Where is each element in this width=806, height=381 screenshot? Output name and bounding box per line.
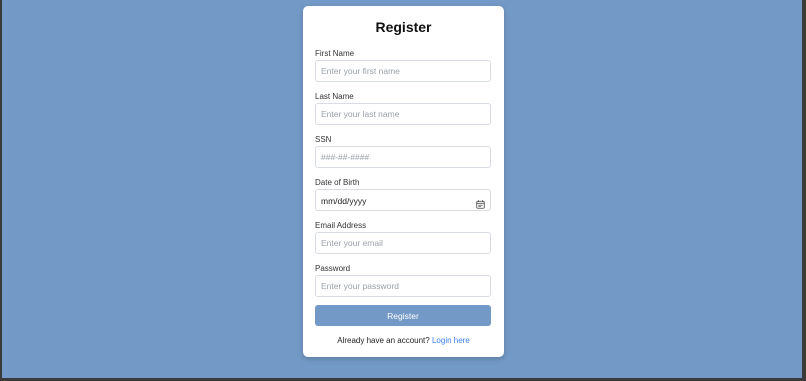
ssn-label: SSN bbox=[315, 135, 332, 144]
dob-input[interactable]: mm/dd/yyyy bbox=[315, 189, 491, 211]
dob-value: mm/dd/yyyy bbox=[321, 196, 367, 206]
form-title: Register bbox=[375, 19, 432, 35]
password-input[interactable] bbox=[315, 275, 491, 297]
last-name-input[interactable] bbox=[315, 103, 491, 125]
first-name-label: First Name bbox=[315, 49, 355, 58]
email-label: Email Address bbox=[315, 221, 367, 230]
login-prompt: Already have an account? Login here bbox=[303, 336, 504, 346]
last-name-label: Last Name bbox=[315, 92, 354, 101]
first-name-input[interactable] bbox=[315, 60, 491, 82]
ssn-input[interactable] bbox=[315, 146, 491, 168]
calendar-icon[interactable] bbox=[476, 196, 485, 209]
register-card: Register First Name Last Name SSN Date o… bbox=[303, 6, 504, 357]
register-button[interactable]: Register bbox=[315, 305, 491, 326]
dob-label: Date of Birth bbox=[315, 178, 360, 187]
password-label: Password bbox=[315, 264, 351, 273]
login-link[interactable]: Login here bbox=[432, 336, 470, 345]
page-background: Register First Name Last Name SSN Date o… bbox=[2, 0, 802, 378]
login-prompt-text: Already have an account? bbox=[337, 336, 430, 345]
email-input[interactable] bbox=[315, 232, 491, 254]
